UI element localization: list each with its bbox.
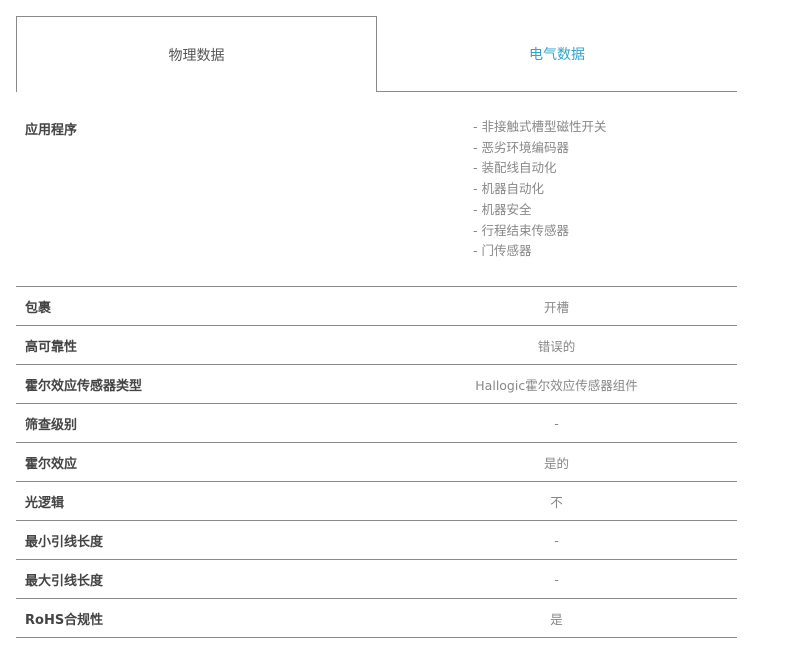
row-label: 高可靠性 bbox=[25, 339, 78, 355]
table-row: 最小引线长度 - bbox=[16, 521, 737, 560]
row-label: 应用程序 bbox=[25, 123, 78, 138]
row-label: 筛查级别 bbox=[25, 417, 78, 433]
row-value: - bbox=[554, 571, 559, 587]
row-value: 是 bbox=[550, 611, 563, 627]
table-row: 筛查级别 - bbox=[16, 404, 737, 443]
table-row: 光逻辑 不 bbox=[16, 482, 737, 521]
row-value: Hallogic霍尔效应传感器组件 bbox=[475, 377, 638, 393]
table-row: 霍尔效应 是的 bbox=[16, 443, 737, 482]
row-label: 霍尔效应传感器类型 bbox=[25, 378, 143, 394]
row-label: 最小引线长度 bbox=[25, 534, 104, 550]
list-item: - 机器自动化 bbox=[473, 181, 544, 197]
list-item: - 机器安全 bbox=[473, 201, 532, 217]
spec-table: 应用程序 - 非接触式槽型磁性开关 - 恶劣环境编码器 - 装配线自动化 - 机… bbox=[16, 92, 737, 638]
row-label: 最大引线长度 bbox=[25, 573, 104, 589]
tab-electrical-data-label: 电气数据 bbox=[529, 46, 585, 63]
list-item: - 装配线自动化 bbox=[473, 160, 557, 176]
table-row: 包裹 开槽 bbox=[16, 287, 737, 326]
list-item: - 恶劣环境编码器 bbox=[473, 139, 569, 155]
table-row: 霍尔效应传感器类型 Hallogic霍尔效应传感器组件 bbox=[16, 365, 737, 404]
row-label: 霍尔效应 bbox=[25, 456, 78, 472]
list-item: - 非接触式槽型磁性开关 bbox=[473, 119, 607, 134]
list-item: - 门传感器 bbox=[473, 243, 532, 259]
tab-bar: 物理数据 电气数据 bbox=[16, 16, 737, 92]
table-row: 高可靠性 错误的 bbox=[16, 326, 737, 365]
tab-electrical-data[interactable]: 电气数据 bbox=[377, 16, 737, 91]
row-value: - bbox=[554, 532, 559, 548]
row-value: 开槽 bbox=[543, 299, 569, 315]
row-label: RoHS合规性 bbox=[25, 612, 104, 628]
row-value: 是的 bbox=[543, 455, 569, 471]
table-row-applications: 应用程序 - 非接触式槽型磁性开关 - 恶劣环境编码器 - 装配线自动化 - 机… bbox=[16, 92, 737, 287]
list-item: - 行程结束传感器 bbox=[473, 222, 569, 238]
tab-physical-data-label: 物理数据 bbox=[168, 47, 225, 64]
row-value: 不 bbox=[550, 494, 563, 510]
row-value: 错误的 bbox=[537, 338, 576, 354]
row-label: 包裹 bbox=[25, 300, 52, 316]
applications-list: - 非接触式槽型磁性开关 - 恶劣环境编码器 - 装配线自动化 - 机器自动化 … bbox=[473, 117, 606, 262]
tab-physical-data[interactable]: 物理数据 bbox=[16, 16, 377, 92]
row-label: 光逻辑 bbox=[25, 495, 65, 511]
table-row: 最大引线长度 - bbox=[16, 560, 737, 599]
row-value: - bbox=[554, 415, 559, 431]
table-row: RoHS合规性 是 bbox=[16, 599, 737, 638]
